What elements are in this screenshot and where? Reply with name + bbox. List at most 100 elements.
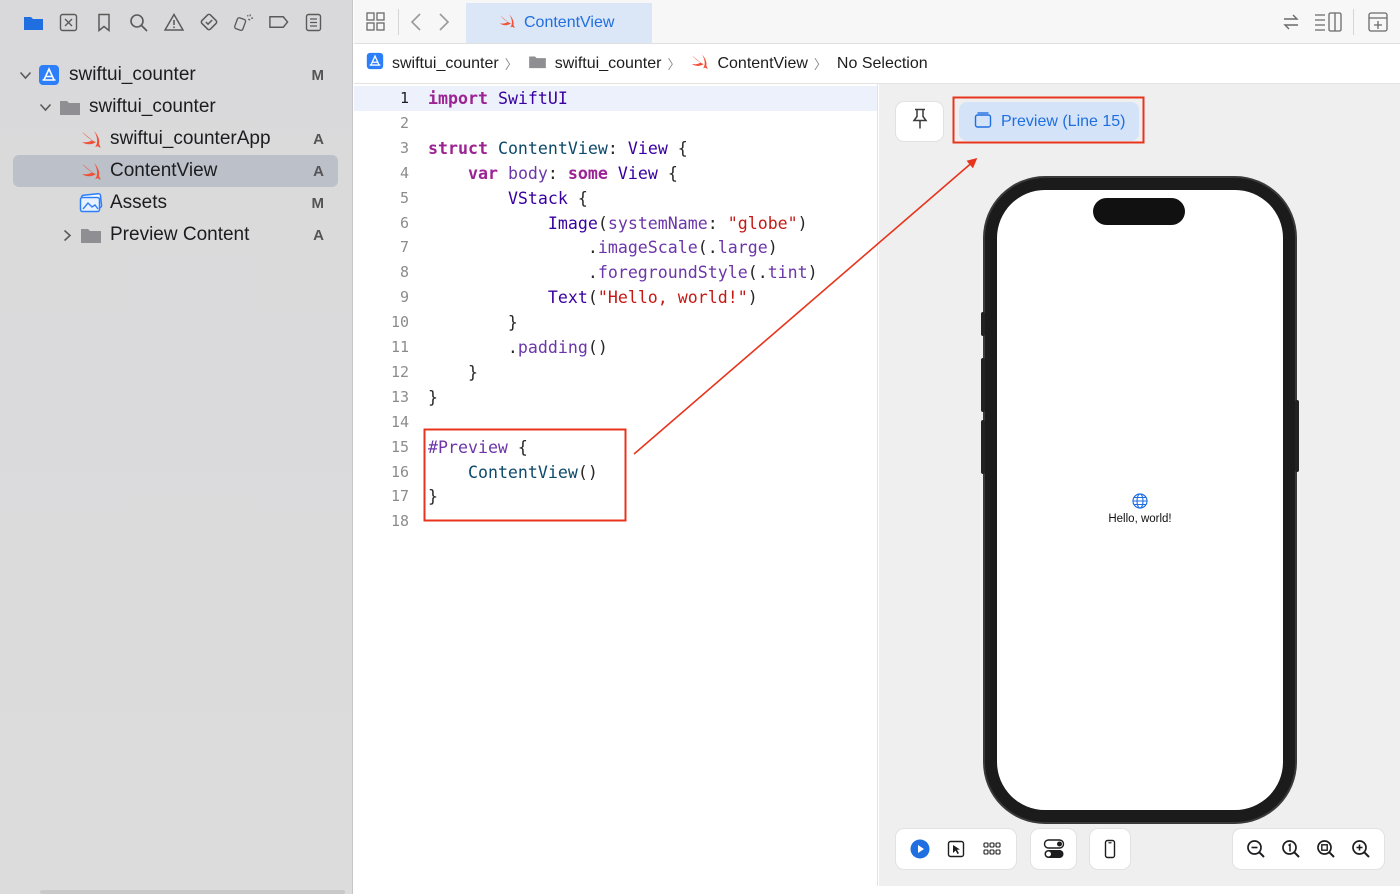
code-text[interactable]: #Preview {	[428, 435, 528, 460]
line-number[interactable]: 6	[354, 211, 409, 236]
code-line[interactable]: 5 VStack {	[354, 186, 877, 211]
chevron-right-icon[interactable]	[438, 12, 450, 37]
folder-icon	[528, 54, 547, 74]
code-text[interactable]: .padding()	[428, 335, 608, 360]
device-screen[interactable]: Hello, world!	[997, 190, 1283, 810]
code-line[interactable]: 6 Image(systemName: "globe")	[354, 211, 877, 236]
test-icon[interactable]	[198, 12, 219, 33]
line-number[interactable]: 7	[354, 235, 409, 260]
warning-icon[interactable]	[163, 12, 184, 33]
chevron-down-icon[interactable]	[18, 68, 32, 82]
zoom-out-icon[interactable]	[1245, 838, 1267, 860]
code-line[interactable]: 15 #Preview {	[354, 435, 877, 460]
editor-options-icon[interactable]	[1314, 12, 1342, 37]
line-number[interactable]: 14	[354, 410, 409, 435]
code-text[interactable]: }	[428, 360, 478, 385]
zoom-actual-size-icon[interactable]	[1280, 838, 1302, 860]
line-number[interactable]: 12	[354, 360, 409, 385]
tree-item-file[interactable]: swiftui_counterApp A	[13, 123, 338, 155]
pin-button[interactable]	[896, 102, 943, 141]
code-line[interactable]: 7 .imageScale(.large)	[354, 235, 877, 260]
line-number[interactable]: 3	[354, 136, 409, 161]
chevron-left-icon[interactable]	[410, 12, 422, 37]
code-text[interactable]: struct ContentView: View {	[428, 136, 688, 161]
breakpoint-icon[interactable]	[268, 12, 289, 33]
folder-icon[interactable]	[23, 12, 44, 33]
line-number[interactable]: 10	[354, 310, 409, 335]
code-line[interactable]: 16 ContentView()	[354, 460, 877, 485]
line-number[interactable]: 5	[354, 186, 409, 211]
source-control-icon[interactable]	[58, 12, 79, 33]
breadcrumb-item-selection[interactable]: No Selection	[837, 55, 928, 73]
code-line[interactable]: 14	[354, 410, 877, 435]
zoom-in-icon[interactable]	[1350, 838, 1372, 860]
line-number[interactable]: 1	[354, 86, 409, 111]
code-text[interactable]: }	[428, 484, 438, 509]
chevron-right-icon[interactable]	[60, 228, 74, 242]
tree-item-folder-collapsed[interactable]: Preview Content A	[13, 219, 338, 251]
code-text[interactable]: VStack {	[428, 186, 588, 211]
device-frame: Hello, world!	[981, 178, 1299, 822]
code-text[interactable]: Text("Hello, world!")	[428, 285, 758, 310]
tab-contentview[interactable]: ContentView	[466, 3, 652, 43]
bookmark-icon[interactable]	[93, 12, 114, 33]
code-text[interactable]: import SwiftUI	[428, 86, 568, 111]
tree-item-assets[interactable]: Assets M	[13, 187, 338, 219]
code-text[interactable]: .foregroundStyle(.tint)	[428, 260, 818, 285]
sidebar-scrollbar[interactable]	[40, 890, 345, 894]
line-number[interactable]: 8	[354, 260, 409, 285]
code-line[interactable]: 10 }	[354, 310, 877, 335]
swap-icon[interactable]	[1282, 13, 1300, 36]
device-power-button	[1295, 400, 1299, 472]
add-editor-icon[interactable]	[1368, 12, 1388, 37]
selectable-mode-button[interactable]	[945, 838, 967, 860]
code-line[interactable]: 8 .foregroundStyle(.tint)	[354, 260, 877, 285]
code-line[interactable]: 9 Text("Hello, world!")	[354, 285, 877, 310]
preview-line-button[interactable]: Preview (Line 15)	[959, 102, 1139, 141]
code-text[interactable]: .imageScale(.large)	[428, 235, 778, 260]
device-iphone-icon[interactable]	[1099, 838, 1121, 860]
code-text[interactable]: ContentView()	[428, 460, 598, 485]
line-number[interactable]: 2	[354, 111, 409, 136]
code-line[interactable]: 1 import SwiftUI	[354, 86, 877, 111]
find-icon[interactable]	[128, 12, 149, 33]
breadcrumb-item-file[interactable]: ContentView	[690, 53, 808, 75]
device-action-button	[981, 312, 985, 336]
tree-item-file-selected[interactable]: ContentView A	[13, 155, 338, 187]
code-line[interactable]: 2	[354, 111, 877, 136]
line-number[interactable]: 13	[354, 385, 409, 410]
code-line[interactable]: 18	[354, 509, 877, 534]
tree-item-label: ContentView	[110, 160, 218, 181]
code-line[interactable]: 12 }	[354, 360, 877, 385]
line-number[interactable]: 15	[354, 435, 409, 460]
line-number[interactable]: 16	[354, 460, 409, 485]
code-text[interactable]: }	[428, 310, 518, 335]
code-text[interactable]: var body: some View {	[428, 161, 678, 186]
code-line[interactable]: 3 struct ContentView: View {	[354, 136, 877, 161]
code-line[interactable]: 11 .padding()	[354, 335, 877, 360]
line-number[interactable]: 18	[354, 509, 409, 534]
breadcrumb-item-folder[interactable]: swiftui_counter	[528, 54, 661, 74]
code-line[interactable]: 13}	[354, 385, 877, 410]
line-number[interactable]: 9	[354, 285, 409, 310]
code-line[interactable]: 4 var body: some View {	[354, 161, 877, 186]
tree-item-folder[interactable]: swiftui_counter	[13, 91, 338, 123]
status-badge: A	[313, 130, 324, 148]
code-text[interactable]: Image(systemName: "globe")	[428, 211, 808, 236]
zoom-fit-icon[interactable]	[1315, 838, 1337, 860]
line-number[interactable]: 4	[354, 161, 409, 186]
debug-icon[interactable]	[233, 12, 254, 33]
tree-item-project[interactable]: swiftui_counter M	[13, 59, 338, 91]
live-play-button[interactable]	[909, 838, 931, 860]
device-settings-toggle-button[interactable]	[1043, 838, 1065, 860]
line-number[interactable]: 17	[354, 484, 409, 509]
code-text[interactable]: }	[428, 385, 438, 410]
chevron-down-icon[interactable]	[38, 100, 52, 114]
breadcrumb-item-project[interactable]: swiftui_counter	[366, 52, 499, 75]
grid-icon[interactable]	[366, 12, 386, 37]
report-icon[interactable]	[303, 12, 324, 33]
code-editor[interactable]: 1 import SwiftUI 2 3 struct ContentView: Vie…	[354, 84, 878, 886]
code-line[interactable]: 17}	[354, 484, 877, 509]
line-number[interactable]: 11	[354, 335, 409, 360]
variants-button[interactable]	[981, 838, 1003, 860]
